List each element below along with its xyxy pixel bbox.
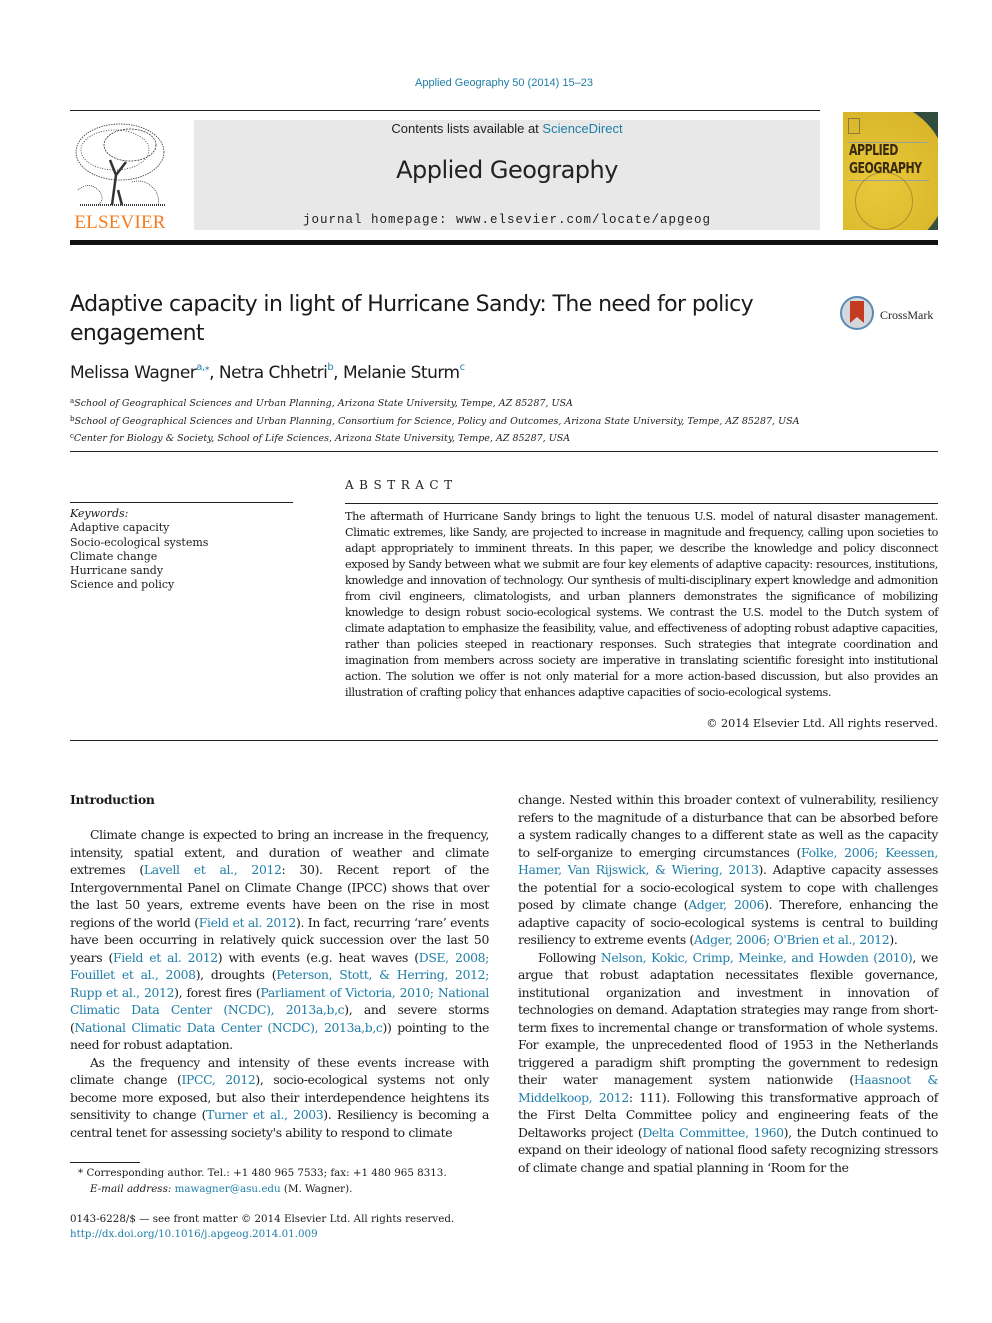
contents-line: Contents lists available at ScienceDirec… [194, 121, 820, 136]
author-affil-link[interactable]: b [327, 362, 333, 373]
affiliation: aSchool of Geographical Sciences and Urb… [70, 394, 930, 412]
issn-line: 0143-6228/$ — see front matter © 2014 El… [70, 1213, 455, 1225]
body-paragraph: Climate change is expected to bring an i… [70, 826, 489, 1054]
homepage-prefix: journal homepage: [302, 213, 456, 227]
elsevier-tree-icon [75, 123, 165, 206]
elsevier-wordmark: ELSEVIER [74, 212, 166, 233]
email-label: E-mail address: [90, 1182, 172, 1195]
keywords-label: Keywords: [70, 507, 129, 520]
cover-publisher-mark [848, 118, 860, 134]
elsevier-logo[interactable]: ELSEVIER [70, 120, 170, 233]
author-affil-link[interactable]: c [460, 362, 466, 373]
contents-prefix: Contents lists available at [391, 121, 543, 136]
author-name: Melanie Sturm [342, 363, 460, 383]
homepage-url-link[interactable]: www.elsevier.com/locate/apgeog [456, 213, 711, 227]
citation-link[interactable]: Turner et al., 2003 [206, 1107, 324, 1122]
keyword-item: Climate change [70, 549, 158, 563]
keyword-item: Science and policy [70, 578, 175, 592]
affiliation-text: School of Geographical Sciences and Urba… [74, 398, 573, 409]
journal-cover-thumbnail[interactable]: APPLIED GEOGRAPHY [843, 112, 938, 230]
journal-homepage: journal homepage: www.elsevier.com/locat… [194, 213, 820, 227]
body-paragraph: change. Nested within this broader conte… [518, 791, 938, 949]
doi-link[interactable]: http://dx.doi.org/10.1016/j.apgeog.2014.… [70, 1227, 510, 1242]
paragraph-text: ). [889, 932, 898, 947]
body-paragraph: Following Nelson, Kokic, Crimp, Meinke, … [518, 949, 938, 1177]
keywords-box: Keywords: Adaptive capacity Socio-ecolog… [70, 507, 300, 593]
author-name: Melissa Wagner [70, 363, 197, 383]
header-rule [70, 110, 820, 111]
paragraph-text: ), forest fires ( [174, 984, 261, 1000]
footnote-rule [70, 1162, 140, 1163]
email-suffix: (M. Wagner). [280, 1182, 353, 1195]
section-heading-introduction: Introduction [70, 792, 155, 807]
journal-title: Applied Geography [396, 156, 618, 184]
author-name: Netra Chhetri [218, 363, 328, 383]
author-list: Melissa Wagnera,⁎, Netra Chhetrib, Melan… [70, 362, 465, 383]
keywords-rule [70, 502, 293, 503]
citation-link[interactable]: Adger, 2006 [688, 897, 764, 912]
crossmark-badge[interactable]: CrossMark [840, 296, 940, 336]
corresponding-author-text: Corresponding author. Tel.: +1 480 965 7… [86, 1167, 447, 1179]
abstract-heading: ABSTRACT [345, 478, 458, 492]
affiliations: aSchool of Geographical Sciences and Urb… [70, 394, 930, 447]
citation-link[interactable]: Nelson, Kokic, Crimp, Meinke, and Howden… [601, 950, 913, 965]
crossmark-label: CrossMark [880, 308, 934, 322]
title-block-rule [70, 451, 938, 452]
paragraph-text: Following [538, 949, 601, 965]
citation-link[interactable]: Field et al. 2012 [199, 915, 297, 930]
paragraph-text: ), droughts ( [195, 967, 277, 982]
compass-icon [855, 172, 913, 230]
affiliation: cCenter for Biology & Society, School of… [70, 429, 930, 447]
citation-link[interactable]: IPCC, 2012 [181, 1072, 255, 1087]
citation-link[interactable]: Field et al. 2012 [113, 950, 218, 965]
journal-banner: Contents lists available at ScienceDirec… [194, 120, 820, 230]
affiliation-text: School of Geographical Sciences and Urba… [74, 415, 800, 427]
keyword-item: Socio-ecological systems [70, 535, 209, 549]
body-column-right: change. Nested within this broader conte… [518, 791, 938, 1176]
header-thick-rule [70, 240, 938, 245]
abstract-copyright: © 2014 Elsevier Ltd. All rights reserved… [706, 717, 938, 730]
abstract-rule [345, 503, 938, 504]
footnote-mark: * [78, 1167, 84, 1179]
keyword-item: Hurricane sandy [70, 564, 164, 578]
affiliation-text: Center for Biology & Society, School of … [73, 433, 571, 444]
body-column-left: Climate change is expected to bring an i… [70, 826, 489, 1141]
citation-link[interactable]: Delta Committee, 1960 [642, 1125, 784, 1140]
email-link[interactable]: mawagner@asu.edu [175, 1183, 281, 1195]
email-note: E-mail address: mawagner@asu.edu (M. Wag… [78, 1182, 498, 1198]
author-affil-link[interactable]: a,⁎ [196, 362, 209, 373]
abstract-text: The aftermath of Hurricane Sandy brings … [345, 510, 938, 699]
citation-link[interactable]: National Climatic Data Center (NCDC), 20… [74, 1020, 382, 1035]
body-paragraph: As the frequency and intensity of these … [70, 1054, 489, 1142]
sciencedirect-link[interactable]: ScienceDirect [542, 121, 622, 136]
abstract-bottom-rule [70, 740, 938, 741]
article-title: Adaptive capacity in light of Hurricane … [70, 292, 754, 346]
corresponding-author-note: * Corresponding author. Tel.: +1 480 965… [78, 1166, 498, 1182]
paragraph-text: ) with events (e.g. heat waves ( [217, 949, 419, 965]
crossmark-notch [850, 317, 864, 323]
journal-citation-link[interactable]: Applied Geography 50 (2014) 15–23 [0, 77, 992, 89]
citation-link[interactable]: Lavell et al., 2012 [144, 862, 282, 877]
cover-title-line1: APPLIED [849, 141, 898, 160]
affiliation: bSchool of Geographical Sciences and Urb… [70, 412, 930, 430]
citation-link[interactable]: Adger, 2006; O'Brien et al., 2012 [694, 932, 890, 947]
footnotes: * Corresponding author. Tel.: +1 480 965… [78, 1166, 498, 1197]
paragraph-text: , we argue that robust adaptation necess… [518, 949, 938, 1088]
issn-block: 0143-6228/$ — see front matter © 2014 El… [70, 1212, 510, 1242]
keyword-item: Adaptive capacity [70, 521, 170, 535]
